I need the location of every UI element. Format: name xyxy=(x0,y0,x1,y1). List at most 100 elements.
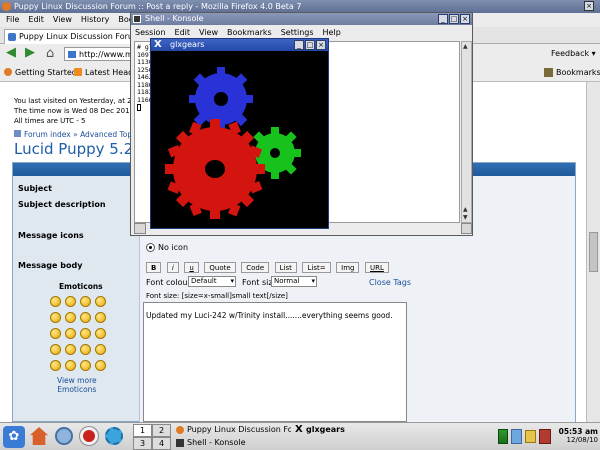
arrow-emoticon-icon[interactable] xyxy=(95,360,106,371)
surprised-emoticon-icon[interactable] xyxy=(50,312,61,323)
home-launcher-icon[interactable] xyxy=(30,427,48,445)
firewall-tray-icon[interactable] xyxy=(539,429,551,444)
bookmarks-menu-button[interactable]: Bookmarks xyxy=(556,68,600,77)
konsole-maximize-icon[interactable]: □ xyxy=(449,14,459,24)
razz-emoticon-icon[interactable] xyxy=(80,328,91,339)
bookmark-latest-headlines[interactable]: Latest Head xyxy=(85,68,133,77)
konsole-close-icon[interactable]: × xyxy=(460,14,470,24)
menu-view[interactable]: View xyxy=(53,15,72,24)
task-konsole-label: Shell - Konsole xyxy=(187,438,246,447)
quote-button[interactable]: Quote xyxy=(204,262,236,273)
laugh-emoticon-icon[interactable] xyxy=(95,296,106,307)
mad-emoticon-icon[interactable] xyxy=(65,328,76,339)
x-task-icon: X xyxy=(295,424,303,435)
question-emoticon-icon[interactable] xyxy=(65,360,76,371)
konsole-titlebar[interactable]: Shell - Konsole xyxy=(131,13,472,25)
firefox-app-icon[interactable] xyxy=(2,2,11,11)
settings-launcher-icon[interactable] xyxy=(105,427,123,445)
new-session-icon[interactable] xyxy=(134,223,146,234)
konsole-app-icon[interactable] xyxy=(133,15,141,23)
konsole-menu-settings[interactable]: Settings xyxy=(281,28,314,37)
tab-forum-label: Puppy Linux Discussion Forum ... xyxy=(19,32,133,41)
view-more-emoticons-link[interactable]: View more Emoticons xyxy=(57,376,97,394)
back-icon[interactable]: ◀ xyxy=(6,46,20,61)
desktop-3[interactable]: 3 xyxy=(133,437,152,450)
breadcrumb-forum-index[interactable]: Forum index xyxy=(24,130,71,139)
firefox-close-icon[interactable]: × xyxy=(584,1,594,11)
menu-edit[interactable]: Edit xyxy=(28,15,44,24)
smile-emoticon-icon[interactable] xyxy=(50,296,61,307)
embarrassed-emoticon-icon[interactable] xyxy=(95,328,106,339)
message-textarea[interactable]: Updated my Luci-242 w/Trinity install...… xyxy=(143,302,407,422)
url-bar[interactable]: http://www.m xyxy=(64,47,134,61)
clock[interactable]: 05:53 am 12/08/10 xyxy=(558,427,598,445)
font-colour-select[interactable]: Default ▾ xyxy=(188,276,236,287)
font-size-hint: Font size: [size=x-small]small text[/siz… xyxy=(146,292,288,300)
task-firefox[interactable]: Puppy Linux Discussion Forum xyxy=(175,424,291,437)
network-launcher-icon[interactable] xyxy=(55,427,73,445)
bold-button[interactable]: B xyxy=(146,262,162,273)
battery-icon[interactable] xyxy=(498,429,508,444)
tab-forum[interactable]: Puppy Linux Discussion Forum ... xyxy=(4,29,134,44)
list-button[interactable]: List xyxy=(274,262,297,273)
no-icon-radio[interactable] xyxy=(146,243,155,252)
close-tags-link[interactable]: Close Tags xyxy=(369,278,411,287)
italic-button[interactable]: i xyxy=(166,262,179,273)
wink-emoticon-icon[interactable] xyxy=(95,344,106,355)
firefox-task-icon xyxy=(176,426,184,434)
konsole-menu-bookmarks[interactable]: Bookmarks xyxy=(227,28,272,37)
scroll-up-icon[interactable]: ▲ xyxy=(463,43,468,50)
volume-icon[interactable] xyxy=(525,430,536,443)
page-scrollbar[interactable] xyxy=(586,82,600,422)
forward-icon[interactable]: ▶ xyxy=(25,46,39,61)
lol-emoticon-icon[interactable] xyxy=(50,328,61,339)
glxgears-minimize-icon[interactable]: _ xyxy=(294,40,304,50)
twisted-emoticon-icon[interactable] xyxy=(65,344,76,355)
network-tray-icon[interactable] xyxy=(511,429,522,444)
rolleyes-emoticon-icon[interactable] xyxy=(80,344,91,355)
site-identity-icon[interactable] xyxy=(68,51,76,58)
cool-emoticon-icon[interactable] xyxy=(95,312,106,323)
code-button[interactable]: Code xyxy=(241,262,270,273)
scroll-down-icon[interactable]: ▼ xyxy=(463,214,468,221)
feedback-button[interactable]: Feedback ▾ xyxy=(548,47,599,61)
desktop-4[interactable]: 4 xyxy=(152,437,171,450)
konsole-menu-help[interactable]: Help xyxy=(323,28,341,37)
url-button[interactable]: URL xyxy=(365,262,389,273)
evil-emoticon-icon[interactable] xyxy=(50,344,61,355)
task-glxgears[interactable]: X glxgears xyxy=(294,424,364,437)
shocked-emoticon-icon[interactable] xyxy=(65,312,76,323)
breadcrumb-advanced-topics[interactable]: Advanced Topi xyxy=(80,130,134,139)
topic-title[interactable]: Lucid Puppy 5.2 B xyxy=(14,140,148,158)
x-logo-icon[interactable]: X xyxy=(154,39,162,51)
bookmark-getting-started[interactable]: Getting Started xyxy=(15,68,77,77)
menu-file[interactable]: File xyxy=(6,15,19,24)
close-session-icon[interactable] xyxy=(461,223,472,234)
desktop-1[interactable]: 1 xyxy=(133,424,152,437)
menu-history[interactable]: History xyxy=(81,15,109,24)
konsole-menu-view[interactable]: View xyxy=(199,28,218,37)
menu-launcher-icon[interactable]: ✿ xyxy=(3,426,25,448)
konsole-minimize-icon[interactable]: _ xyxy=(438,14,448,24)
glxgears-close-icon[interactable]: × xyxy=(316,40,326,50)
happy-emoticon-icon[interactable] xyxy=(80,296,91,307)
task-konsole[interactable]: Shell - Konsole xyxy=(175,437,291,450)
desktop-2[interactable]: 2 xyxy=(152,424,171,437)
font-size-select[interactable]: Normal ▾ xyxy=(271,276,317,287)
grin-emoticon-icon[interactable] xyxy=(65,296,76,307)
scroll-thumb[interactable] xyxy=(589,232,598,272)
glxgears-maximize-icon[interactable]: □ xyxy=(305,40,315,50)
idea-emoticon-icon[interactable] xyxy=(80,360,91,371)
konsole-scrollbar[interactable]: ▲ ▼ ▲ xyxy=(461,41,472,223)
konsole-menu-edit[interactable]: Edit xyxy=(175,28,191,37)
img-button[interactable]: Img xyxy=(336,262,360,273)
clock-time: 05:53 am xyxy=(558,427,598,436)
confused-emoticon-icon[interactable] xyxy=(80,312,91,323)
konsole-menu-session[interactable]: Session xyxy=(135,28,166,37)
browser-launcher-icon[interactable] xyxy=(80,427,98,445)
scroll-up-icon[interactable]: ▲ xyxy=(463,206,468,213)
list-numbered-button[interactable]: List= xyxy=(302,262,331,273)
underline-button[interactable]: u xyxy=(184,262,199,273)
home-icon[interactable]: ⌂ xyxy=(46,46,54,61)
exclaim-emoticon-icon[interactable] xyxy=(50,360,61,371)
